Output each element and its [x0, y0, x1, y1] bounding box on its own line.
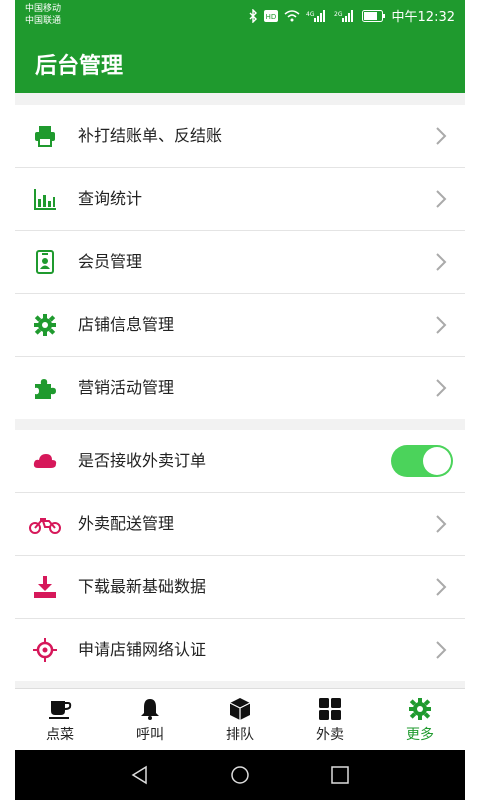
- menu-item-store-info[interactable]: 店铺信息管理: [15, 294, 465, 357]
- page-title: 后台管理: [35, 54, 124, 79]
- header-bar: 中国移动 中国联通 HD 4G 2G 中午12:32 后台管理: [15, 0, 465, 93]
- menu-item-label: 营销活动管理: [78, 378, 175, 397]
- motorcycle-icon: [29, 518, 61, 534]
- recents-icon[interactable]: [330, 765, 350, 785]
- wifi-icon: [284, 9, 300, 21]
- svg-text:HD: HD: [265, 13, 276, 21]
- menu-item-label: 申请店铺网络认证: [78, 640, 207, 659]
- tab-label: 更多: [406, 727, 434, 743]
- menu-item-label: 外卖配送管理: [78, 514, 175, 533]
- tab-label: 呼叫: [136, 727, 164, 743]
- menu-group-2: 是否接收外卖订单 外卖配送管理 下载最新基础数据 申请店铺网络认证: [15, 430, 465, 681]
- menu-group-1: 补打结账单、反结账 查询统计 会员管理 店铺信息管理 营销活动管理: [15, 105, 465, 419]
- download-icon: [34, 576, 56, 598]
- menu-item-reprint-bill[interactable]: 补打结账单、反结账: [15, 105, 465, 168]
- tab-label: 外卖: [316, 727, 344, 743]
- hd-icon: HD: [263, 9, 278, 22]
- chevron-right-icon: [436, 515, 447, 533]
- gear-icon: [409, 698, 431, 720]
- chevron-right-icon: [436, 641, 447, 659]
- svg-text:2G: 2G: [334, 11, 343, 18]
- menu-item-label: 店铺信息管理: [78, 315, 175, 334]
- status-bar: 中国移动 中国联通 HD 4G 2G 中午12:32: [15, 0, 465, 32]
- menu-item-members[interactable]: 会员管理: [15, 231, 465, 294]
- signal-4g-icon: 4G: [306, 9, 325, 22]
- menu-item-label: 下载最新基础数据: [78, 577, 207, 596]
- chevron-right-icon: [436, 379, 447, 397]
- tab-label: 点菜: [46, 727, 74, 743]
- tab-label: 排队: [226, 727, 254, 743]
- tab-call[interactable]: 呼叫: [105, 689, 195, 751]
- box-icon: [229, 698, 251, 720]
- app-screen: 中国移动 中国联通 HD 4G 2G 中午12:32 后台管理 补打结账单、反结…: [15, 0, 465, 800]
- menu-item-marketing[interactable]: 营销活动管理: [15, 357, 465, 419]
- chevron-right-icon: [436, 127, 447, 145]
- toggle-knob: [423, 447, 451, 475]
- battery-icon: [361, 9, 385, 22]
- chevron-right-icon: [436, 578, 447, 596]
- menu-item-delivery[interactable]: 外卖配送管理: [15, 493, 465, 556]
- carrier-2: 中国联通: [25, 16, 62, 26]
- target-icon: [33, 638, 57, 662]
- system-nav-bar: [15, 750, 465, 800]
- tab-order[interactable]: 点菜: [15, 689, 105, 751]
- tab-takeout[interactable]: 外卖: [285, 689, 375, 751]
- accept-takeout-toggle[interactable]: [391, 445, 453, 477]
- clock: 中午12:32: [391, 10, 455, 25]
- signal-2g-icon: 2G: [334, 9, 353, 22]
- chevron-right-icon: [436, 190, 447, 208]
- bottom-tab-bar: 点菜 呼叫 排队 外卖 更多: [15, 688, 465, 751]
- cloud-icon: [33, 454, 57, 468]
- printer-icon: [35, 126, 55, 147]
- bar-chart-icon: [34, 189, 56, 210]
- tab-queue[interactable]: 排队: [195, 689, 285, 751]
- chevron-right-icon: [436, 316, 447, 334]
- menu-item-statistics[interactable]: 查询统计: [15, 168, 465, 231]
- menu-item-label: 补打结账单、反结账: [78, 126, 223, 145]
- gear-icon: [34, 314, 56, 336]
- home-icon[interactable]: [230, 765, 250, 785]
- member-card-icon: [36, 250, 54, 274]
- coffee-cup-icon: [49, 701, 72, 719]
- tab-more[interactable]: 更多: [375, 689, 465, 751]
- menu-item-download-data[interactable]: 下载最新基础数据: [15, 556, 465, 619]
- carrier-info: 中国移动 中国联通: [25, 3, 61, 27]
- chevron-right-icon: [436, 253, 447, 271]
- carrier-1: 中国移动: [25, 4, 62, 14]
- svg-text:4G: 4G: [306, 11, 315, 18]
- puzzle-icon: [35, 379, 56, 399]
- bluetooth-icon: [249, 8, 257, 23]
- menu-item-label: 是否接收外卖订单: [78, 451, 207, 470]
- back-icon[interactable]: [130, 765, 150, 785]
- menu-item-accept-takeout: 是否接收外卖订单: [15, 430, 465, 493]
- menu-item-network-auth[interactable]: 申请店铺网络认证: [15, 619, 465, 681]
- bell-icon: [141, 699, 159, 720]
- grid-icon: [319, 698, 341, 720]
- status-icons: HD 4G 2G 中午12:32: [248, 6, 455, 25]
- menu-item-label: 会员管理: [78, 252, 143, 271]
- menu-item-label: 查询统计: [78, 189, 143, 208]
